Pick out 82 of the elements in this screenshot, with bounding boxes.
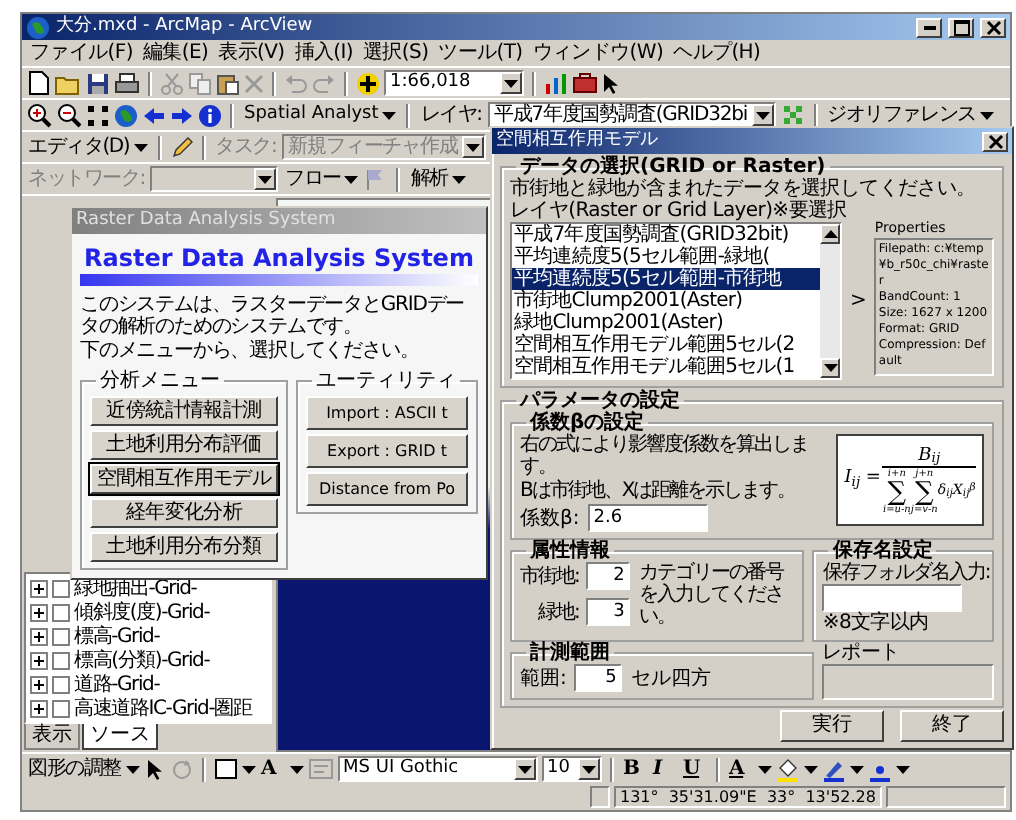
list-item[interactable]: 平均連続度5(5セル範囲-市街地 xyxy=(512,268,820,290)
list-item[interactable]: 緑地Clump2001(Aster) xyxy=(512,312,820,334)
field-label: 緑地: xyxy=(538,601,579,623)
range-input[interactable]: 5 xyxy=(574,664,623,692)
menu-item[interactable]: ツール(T) xyxy=(438,42,523,64)
dialog-title: 空間相互作用モデル xyxy=(496,131,658,151)
layer-name[interactable]: 傾斜度(度)-Grid- xyxy=(74,601,210,623)
window-title: 大分.mxd - ArcMap - ArcView xyxy=(56,17,313,37)
field-label: 係数β: xyxy=(520,507,580,529)
network-label: ネットワーク: xyxy=(26,166,147,193)
note-text: カテゴリーの番号を入力してください。 xyxy=(638,562,786,628)
formula-numerator: B$_{ij}$ xyxy=(882,445,976,467)
layer-dropdown[interactable]: 平成7年度国勢調査(GRID32bi xyxy=(487,102,776,128)
group-title: 係数βの設定 xyxy=(527,412,645,434)
italic-button[interactable]: I xyxy=(651,755,678,783)
text-tool-button[interactable]: A xyxy=(259,755,286,783)
menu-button[interactable]: 土地利用分布分類 xyxy=(90,532,278,563)
group-title: ユーティリティ xyxy=(314,370,458,393)
list-item[interactable]: 平均連続度5(5セル範囲-緑地( xyxy=(512,246,820,268)
layer-label: レイヤ: xyxy=(418,102,484,129)
tab[interactable]: 表示 xyxy=(24,724,80,750)
utility-button[interactable]: Distance from Po xyxy=(306,472,468,507)
scale-dropdown[interactable]: 1:66,018 xyxy=(384,70,524,96)
formula-lhs: I$_{ij}$ = xyxy=(844,470,881,490)
menu-button[interactable]: 空間相互作用モデル xyxy=(90,464,278,495)
menu-item[interactable]: 挿入(I) xyxy=(294,42,354,64)
utility-button[interactable]: Import : ASCII t xyxy=(306,396,468,431)
number-input[interactable]: 2 xyxy=(586,562,631,590)
bold-button[interactable]: B xyxy=(621,755,648,783)
unit-label: セル四方 xyxy=(630,667,711,689)
description-text: 下のメニューから、選択してください。 xyxy=(80,340,421,363)
menu-item[interactable]: 編集(E) xyxy=(142,42,209,64)
description-text: 右の式により影響度係数を算出します。 xyxy=(520,434,810,478)
group-title: データの選択(GRID or Raster) xyxy=(520,156,828,178)
menu-item[interactable]: ウィンドウ(W) xyxy=(532,42,664,64)
description-text: このシステムは、ラスターデータとGRIDデータの解析のためのシステムです。 xyxy=(80,294,467,339)
menu-item[interactable]: ファイル(F) xyxy=(30,42,133,64)
group-title: 保存名設定 xyxy=(830,540,935,562)
number-input[interactable]: 3 xyxy=(586,598,631,626)
group-title: 計測範囲 xyxy=(528,642,612,664)
dialog-button[interactable]: 実行 xyxy=(780,710,884,742)
report-label: レポート xyxy=(822,642,902,664)
layer-name[interactable]: 高速道路IC-Grid-圏距 xyxy=(74,697,252,719)
field-label: レイヤ(Raster or Grid Layer)※要選択 xyxy=(510,200,849,222)
task-label: タスク: xyxy=(213,134,279,161)
list-item[interactable]: 空間相互作用モデル範囲5セル(2 xyxy=(512,334,820,356)
arrange-menu[interactable]: 図形の調整 xyxy=(26,755,142,783)
menu-item[interactable]: 表示(V) xyxy=(218,42,285,64)
menu-item[interactable]: ヘルプ(H) xyxy=(673,42,761,64)
georeferencing-menu[interactable]: ジオリファレンス xyxy=(825,101,996,129)
utility-button[interactable]: Export : GRID t xyxy=(306,434,468,469)
window-title: Raster Data Analysis System xyxy=(76,211,336,231)
instruction-text: 市街地と緑地が含まれたデータを選択してください。 xyxy=(510,178,978,200)
dialog-button[interactable]: 終了 xyxy=(900,710,1004,742)
app-heading: Raster Data Analysis System xyxy=(82,242,476,275)
underline-button[interactable]: U xyxy=(681,755,708,783)
menu-item[interactable]: 選択(S) xyxy=(363,42,429,64)
note-text: ※8文字以内 xyxy=(822,612,931,634)
sum-symbol: ∑ xyxy=(914,479,934,505)
layer-name[interactable]: 道路-Grid- xyxy=(74,673,160,695)
font-color-button[interactable]: A xyxy=(727,755,754,783)
description-text: Bは市街地、Xは距離を示します。 xyxy=(520,480,798,502)
menu-button[interactable]: 土地利用分布評価 xyxy=(90,430,278,461)
menu-button[interactable]: 近傍統計情報計測 xyxy=(90,396,278,427)
list-item[interactable]: 市街地Clump2001(Aster) xyxy=(512,290,820,312)
menu-button[interactable]: 経年変化分析 xyxy=(90,498,278,529)
tab[interactable]: ソース xyxy=(82,724,158,750)
spatial-analyst-menu[interactable]: Spatial Analyst xyxy=(242,101,399,129)
field-label: 市街地: xyxy=(520,565,579,587)
group-title: 属性情報 xyxy=(528,540,612,562)
beta-input[interactable]: 2.6 xyxy=(587,504,708,532)
layer-name[interactable]: 標高(分類)-Grid- xyxy=(74,649,210,671)
field-label: 範囲: xyxy=(520,667,567,689)
sum-symbol: ∑ xyxy=(887,479,907,505)
arrow-text: > xyxy=(850,290,867,312)
font-dropdown[interactable]: MS UI Gothic xyxy=(337,756,538,782)
list-item[interactable]: 空間相互作用モデル範囲5セル(1 xyxy=(512,356,820,378)
coordinates-readout: 131° 35'31.09"E 33° 13'52.28 xyxy=(613,786,882,808)
group-title: パラメータの設定 xyxy=(517,390,682,412)
layer-name[interactable]: 標高-Grid- xyxy=(74,625,160,647)
group-title: 分析メニュー xyxy=(98,370,222,393)
font-size-dropdown[interactable]: 10 xyxy=(541,756,602,782)
